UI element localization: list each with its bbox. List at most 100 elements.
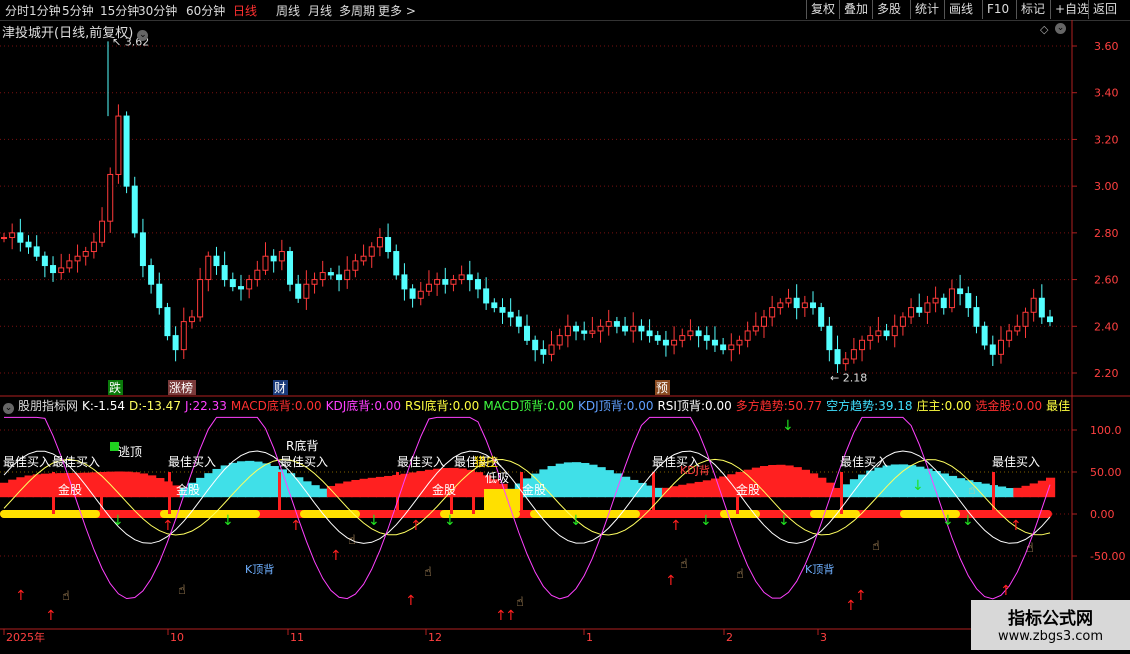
candle-body <box>107 173 114 222</box>
trend-bar <box>694 481 704 498</box>
tab-timeframe-5[interactable]: 60分钟 <box>186 2 225 19</box>
trend-bar <box>588 464 598 498</box>
trend-bar <box>400 473 410 498</box>
toolbar-button-5[interactable]: F10 <box>982 0 1013 19</box>
candle-body <box>254 269 261 281</box>
indicator-value: RSI底背:0.00 <box>405 399 480 413</box>
toolbar-button-0[interactable]: 复权 <box>806 0 839 19</box>
candle-body <box>630 325 637 332</box>
candle-body <box>311 279 318 285</box>
candle-body <box>336 274 343 281</box>
candle-body <box>99 220 106 243</box>
buy-arrow-icon: ↑ <box>665 573 677 589</box>
tab-timeframe-10[interactable]: 更多 > <box>378 2 416 19</box>
candle-body <box>924 302 931 313</box>
trend-bar <box>351 479 361 498</box>
candle-body <box>695 330 702 337</box>
candle-body <box>703 335 710 341</box>
toolbar-button-4[interactable]: 画线 <box>944 0 977 19</box>
sell-arrow-icon: ↓ <box>942 513 954 529</box>
candle-body <box>818 307 825 327</box>
best-buy-label: 最佳买入 <box>3 455 51 469</box>
candle-body <box>25 241 32 248</box>
candle-body <box>327 272 334 276</box>
trend-bar <box>653 487 663 498</box>
trend-bar <box>318 488 328 498</box>
price-tick-label: 3.40 <box>1094 87 1119 100</box>
candle-body <box>1006 330 1013 341</box>
tab-timeframe-4[interactable]: 30分钟 <box>138 2 177 19</box>
candle-body <box>1014 325 1021 332</box>
toolbar-button-8[interactable]: 返回 <box>1088 0 1121 19</box>
trend-bar <box>817 477 827 498</box>
best-buy-bar <box>278 472 281 514</box>
sell-arrow-icon: ↓ <box>778 513 790 529</box>
candle-body <box>319 272 326 281</box>
candle-body <box>172 335 179 351</box>
candle-body <box>524 325 530 341</box>
chevron-down-icon[interactable]: ⌄ <box>137 30 149 41</box>
indicator-value: KDJ底背:0.00 <box>325 399 402 413</box>
low-label: ← 2.18 <box>830 372 867 385</box>
tab-timeframe-7[interactable]: 周线 <box>276 2 300 19</box>
candle-body <box>156 283 163 309</box>
price-tick-label: 3.00 <box>1094 180 1119 193</box>
tab-timeframe-8[interactable]: 月线 <box>308 2 332 19</box>
indicator-value: 多方趋势:50.77 <box>735 399 823 413</box>
tab-timeframe-1[interactable]: 1分钟 <box>29 2 61 19</box>
toolbar-button-3[interactable]: 统计 <box>910 0 943 19</box>
candle-body <box>507 311 514 318</box>
indicator-tick-label: -50.00 <box>1090 550 1125 563</box>
candle-body <box>908 307 915 318</box>
tab-timeframe-3[interactable]: 15分钟 <box>100 2 139 19</box>
low-buy-block <box>484 489 520 511</box>
candle-body <box>997 339 1004 355</box>
settings-icon[interactable]: ◇ <box>1040 23 1048 36</box>
candle-body <box>499 307 506 313</box>
sell-arrow-icon: ↓ <box>222 513 234 529</box>
candle-body <box>613 321 620 327</box>
buy-arrow-icon: ↑ <box>410 518 422 534</box>
sell-arrow-icon: ↓ <box>700 513 712 529</box>
indicator-value: MACD底背:0.00 <box>230 399 322 413</box>
chevron-down-icon[interactable]: ⌄ <box>1055 23 1066 34</box>
price-tick-label: 2.60 <box>1094 274 1119 287</box>
trend-bar <box>261 463 271 498</box>
trend-bar <box>0 482 10 498</box>
candle-body <box>393 251 400 276</box>
candle-body <box>180 321 187 351</box>
best-buy-bar <box>168 472 171 514</box>
best-buy-bar <box>472 472 475 514</box>
tab-timeframe-9[interactable]: 多周期 <box>339 2 375 19</box>
tab-timeframe-0[interactable]: 分时 <box>5 2 29 19</box>
watermark-title: 指标公式网 <box>1008 609 1093 629</box>
candle-body <box>867 335 874 341</box>
tab-timeframe-6[interactable]: 日线 <box>233 2 257 19</box>
trend-bar <box>792 467 802 498</box>
candle-body <box>662 339 669 346</box>
toolbar-button-1[interactable]: 叠加 <box>839 0 872 19</box>
best-buy-bar <box>52 472 55 514</box>
candle-body <box>793 297 800 309</box>
chart-svg[interactable]: 3.603.403.203.002.802.602.402.20↖ 3.62← … <box>0 20 1130 650</box>
hand-pointer-icon: ☝ <box>424 565 432 580</box>
sell-arrow-icon: ↓ <box>570 513 582 529</box>
toolbar-button-6[interactable]: 标记 <box>1016 0 1049 19</box>
zero-band-yellow <box>0 510 100 518</box>
trend-bar <box>604 470 614 498</box>
candle-body <box>123 115 130 187</box>
trend-bar <box>81 472 91 498</box>
chevron-down-icon[interactable]: ⌄ <box>3 403 14 414</box>
candle-body <box>850 349 857 360</box>
candle-body <box>474 279 481 290</box>
stock-title: 津投城开(日线,前复权) <box>2 26 134 41</box>
low-buy-label: 低吸 <box>485 471 509 485</box>
candle-body <box>540 349 547 355</box>
toolbar-button-7[interactable]: +自选 <box>1050 0 1093 19</box>
main-chart-title-row: 津投城开(日线,前复权) ⌄ <box>2 22 149 41</box>
golden-label: 金股 <box>522 482 546 497</box>
toolbar-button-2[interactable]: 多股 <box>872 0 905 19</box>
candle-body <box>401 274 408 290</box>
candle-body <box>368 246 375 257</box>
tab-timeframe-2[interactable]: 5分钟 <box>62 2 94 19</box>
